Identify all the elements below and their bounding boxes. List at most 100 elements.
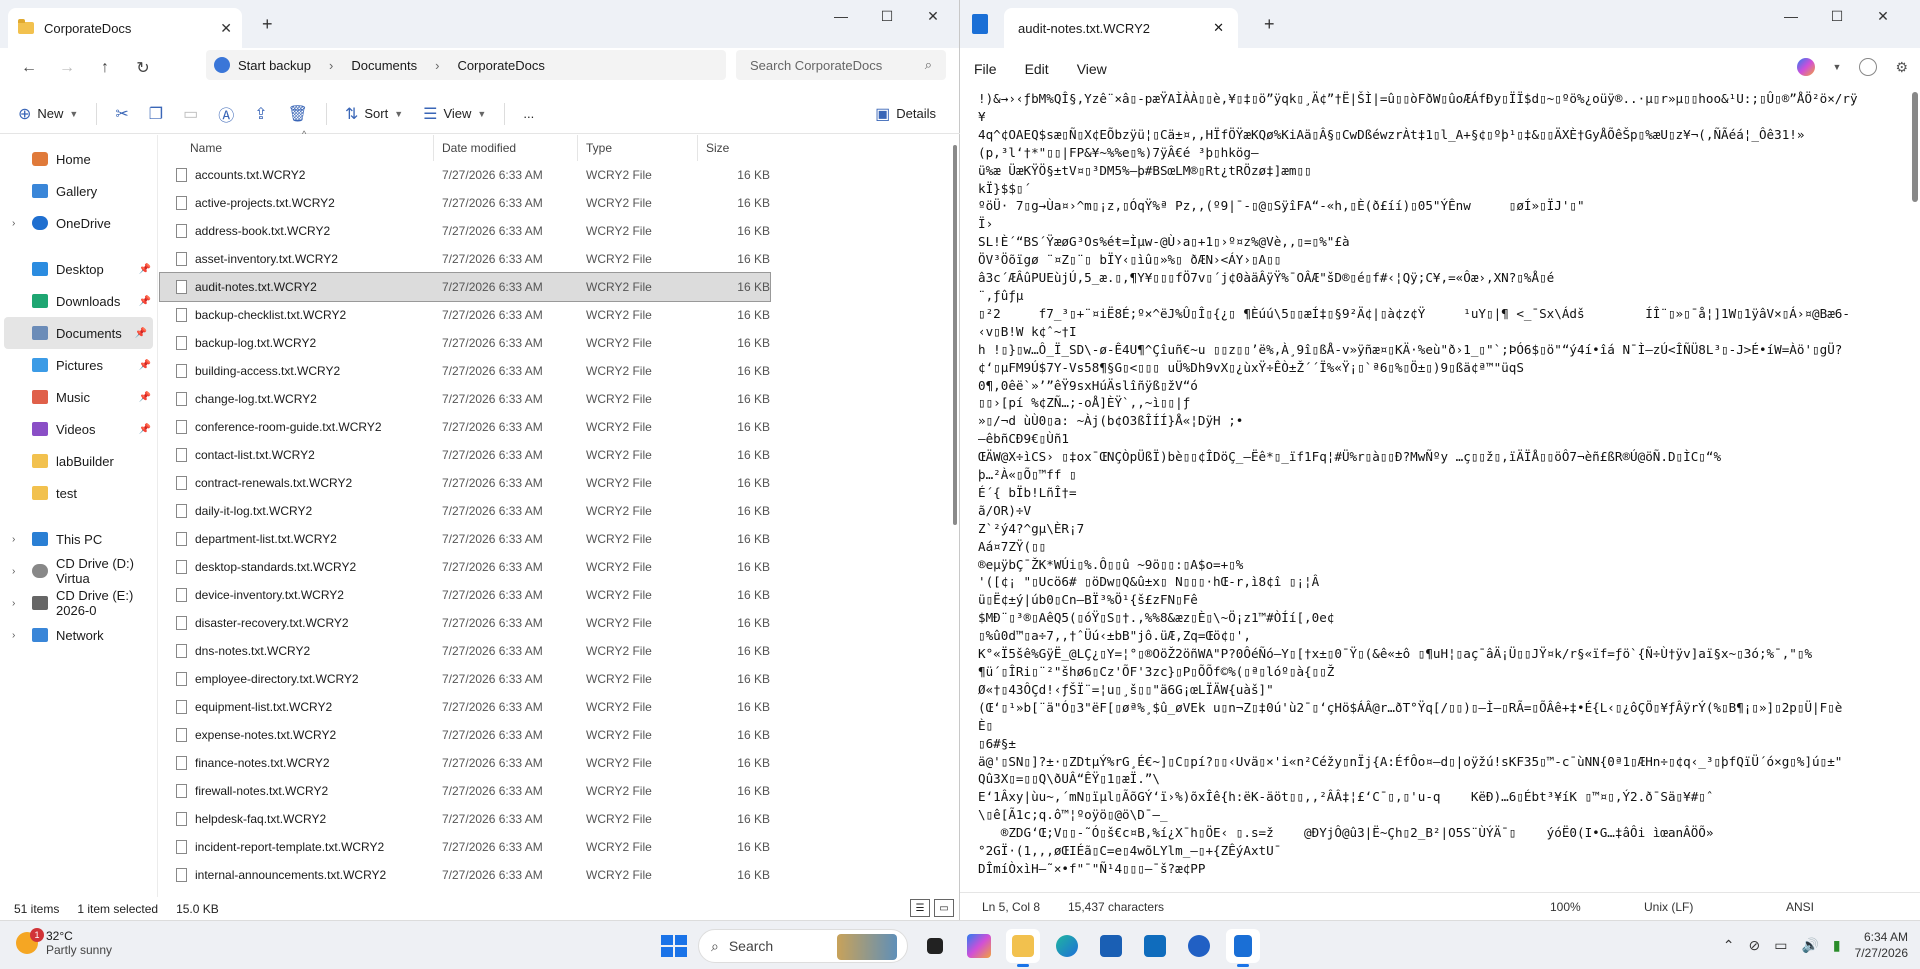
file-row[interactable]: device-inventory.txt.WCRY2 7/27/2026 6:33… bbox=[160, 581, 770, 609]
details-button[interactable]: ▣ Details bbox=[867, 99, 944, 129]
delete-button[interactable]: 🗑 bbox=[280, 99, 316, 129]
nav-item-gallery[interactable]: Gallery bbox=[0, 175, 157, 207]
more-options-button[interactable]: ... bbox=[515, 99, 542, 129]
file-row[interactable]: employee-directory.txt.WCRY2 7/27/2026 6:… bbox=[160, 665, 770, 693]
menu-view[interactable]: View bbox=[1077, 61, 1107, 77]
weather-widget[interactable]: 1 32°C Partly sunny bbox=[16, 928, 112, 957]
start-backup-link[interactable]: Start backup bbox=[238, 58, 311, 73]
file-row[interactable]: finance-notes.txt.WCRY2 7/27/2026 6:33 AM… bbox=[160, 749, 770, 777]
battery-icon[interactable]: ▮ bbox=[1833, 937, 1841, 954]
nav-item-this-pc[interactable]: › This PC bbox=[0, 523, 157, 555]
display-icon[interactable]: ▭ bbox=[1774, 937, 1787, 954]
column-header-type[interactable]: Type bbox=[578, 135, 698, 161]
close-tab-icon[interactable]: ✕ bbox=[220, 20, 232, 37]
encoding[interactable]: ANSI bbox=[1786, 900, 1814, 914]
notepad-tab[interactable]: audit-notes.txt.WCRY2 ✕ bbox=[1004, 8, 1238, 48]
defender-taskbar-button[interactable] bbox=[1182, 929, 1216, 963]
rename-button[interactable]: Ⓐ bbox=[210, 99, 242, 129]
nav-item-network[interactable]: › Network bbox=[0, 619, 157, 651]
notepad-taskbar-button[interactable] bbox=[1226, 929, 1260, 967]
nav-item-labbuilder[interactable]: labBuilder bbox=[0, 445, 157, 477]
gear-icon[interactable]: ⚙ bbox=[1895, 59, 1908, 76]
account-icon[interactable] bbox=[1859, 58, 1878, 76]
file-row[interactable]: expense-notes.txt.WCRY2 7/27/2026 6:33 AM… bbox=[160, 721, 770, 749]
line-ending[interactable]: Unix (LF) bbox=[1644, 900, 1693, 914]
cut-button[interactable]: ✂ bbox=[107, 99, 136, 129]
file-row[interactable]: daily-it-log.txt.WCRY2 7/27/2026 6:33 AM W… bbox=[160, 497, 770, 525]
file-row[interactable]: accounts.txt.WCRY2 7/27/2026 6:33 AM WCRY2… bbox=[160, 161, 770, 189]
nav-item-test[interactable]: test bbox=[0, 477, 157, 509]
breadcrumb-documents[interactable]: Documents bbox=[351, 58, 417, 73]
outlook-taskbar-button[interactable] bbox=[1138, 929, 1172, 963]
nav-item-cd-drive-e[interactable]: › CD Drive (E:) 2026-0 bbox=[0, 587, 157, 619]
file-row[interactable]: conference-room-guide.txt.WCRY2 7/27/2026… bbox=[160, 413, 770, 441]
new-tab-button[interactable]: + bbox=[1264, 14, 1275, 35]
file-row[interactable]: helpdesk-faq.txt.WCRY2 7/27/2026 6:33 AM W… bbox=[160, 805, 770, 833]
minimize-button[interactable]: — bbox=[818, 0, 864, 32]
file-row[interactable]: backup-checklist.txt.WCRY2 7/27/2026 6:33… bbox=[160, 301, 770, 329]
close-window-button[interactable]: ✕ bbox=[910, 0, 956, 32]
scrollbar-thumb[interactable] bbox=[953, 145, 957, 525]
start-button[interactable] bbox=[656, 930, 688, 962]
maximize-button[interactable]: ☐ bbox=[864, 0, 910, 32]
file-row[interactable]: active-projects.txt.WCRY2 7/27/2026 6:33 … bbox=[160, 189, 770, 217]
file-row[interactable]: contract-renewals.txt.WCRY2 7/27/2026 6:3… bbox=[160, 469, 770, 497]
chevron-right-icon[interactable]: › bbox=[12, 218, 15, 229]
address-bar[interactable]: Start backup › Documents › CorporateDocs bbox=[206, 50, 726, 80]
taskbar-search[interactable]: ⌕ Search bbox=[698, 929, 908, 963]
paste-button[interactable]: ▭ bbox=[175, 99, 206, 129]
file-row[interactable]: building-access.txt.WCRY2 7/27/2026 6:33 … bbox=[160, 357, 770, 385]
file-row[interactable]: desktop-standards.txt.WCRY2 7/27/2026 6:3… bbox=[160, 553, 770, 581]
file-row[interactable]: asset-inventory.txt.WCRY2 7/27/2026 6:33 … bbox=[160, 245, 770, 273]
chevron-down-icon[interactable]: ▼ bbox=[1833, 62, 1842, 72]
notepad-scrollbar-thumb[interactable] bbox=[1912, 92, 1918, 202]
refresh-button[interactable]: ↻ bbox=[126, 53, 160, 83]
search-input[interactable]: Search CorporateDocs ⌕ bbox=[736, 50, 946, 80]
share-button[interactable]: ⇪ bbox=[246, 99, 275, 129]
file-list-scrollbar[interactable] bbox=[950, 135, 960, 895]
task-view-button[interactable] bbox=[918, 929, 952, 963]
minimize-button[interactable]: — bbox=[1768, 0, 1814, 32]
nav-item-videos[interactable]: Videos 📌 bbox=[0, 413, 157, 445]
menu-edit[interactable]: Edit bbox=[1025, 61, 1049, 77]
notepad-text-area[interactable]: !)&→›‹ƒbM%QÎ§,Yzê¨×â▯-pæŸAÌÀÀ▯▯è,¥▯‡▯ö”ÿ… bbox=[978, 90, 1898, 884]
file-explorer-taskbar-button[interactable] bbox=[1006, 929, 1040, 967]
view-button[interactable]: ☰ View ▼ bbox=[415, 99, 494, 129]
column-header-name[interactable]: Name bbox=[160, 135, 434, 161]
file-row[interactable]: equipment-list.txt.WCRY2 7/27/2026 6:33 A… bbox=[160, 693, 770, 721]
file-row[interactable]: dns-notes.txt.WCRY2 7/27/2026 6:33 AM WCRY… bbox=[160, 637, 770, 665]
details-view-icon[interactable]: ☰ bbox=[910, 899, 930, 917]
nav-item-cd-drive-d[interactable]: › CD Drive (D:) Virtua bbox=[0, 555, 157, 587]
new-tab-button[interactable]: + bbox=[262, 14, 273, 35]
copilot-taskbar-button[interactable] bbox=[962, 929, 996, 963]
copy-button[interactable]: ❐ bbox=[141, 99, 171, 129]
sort-button[interactable]: ⇅ Sort ▼ bbox=[337, 99, 411, 129]
file-row[interactable]: backup-log.txt.WCRY2 7/27/2026 6:33 AM WCR… bbox=[160, 329, 770, 357]
close-tab-icon[interactable]: ✕ bbox=[1213, 20, 1224, 36]
file-row[interactable]: firewall-notes.txt.WCRY2 7/27/2026 6:33 A… bbox=[160, 777, 770, 805]
tiles-view-icon[interactable]: ▭ bbox=[934, 899, 954, 917]
file-row[interactable]: contact-list.txt.WCRY2 7/27/2026 6:33 AM W… bbox=[160, 441, 770, 469]
nav-item-music[interactable]: Music 📌 bbox=[0, 381, 157, 413]
store-taskbar-button[interactable] bbox=[1094, 929, 1128, 963]
file-row[interactable]: incident-report-template.txt.WCRY2 7/27/2… bbox=[160, 833, 770, 861]
file-row[interactable]: department-list.txt.WCRY2 7/27/2026 6:33 … bbox=[160, 525, 770, 553]
menu-file[interactable]: File bbox=[974, 61, 997, 77]
network-off-icon[interactable]: ⊘ bbox=[1748, 937, 1760, 954]
chevron-right-icon[interactable]: › bbox=[12, 630, 15, 641]
new-button[interactable]: ⊕ New ▼ bbox=[10, 99, 86, 129]
clock[interactable]: 6:34 AM 7/27/2026 bbox=[1855, 929, 1908, 961]
chevron-right-icon[interactable]: › bbox=[12, 566, 15, 577]
file-row[interactable]: address-book.txt.WCRY2 7/27/2026 6:33 AM W… bbox=[160, 217, 770, 245]
file-row[interactable]: disaster-recovery.txt.WCRY2 7/27/2026 6:3… bbox=[160, 609, 770, 637]
nav-item-documents[interactable]: Documents 📌 bbox=[4, 317, 153, 349]
maximize-button[interactable]: ☐ bbox=[1814, 0, 1860, 32]
volume-icon[interactable]: 🔊 bbox=[1801, 937, 1818, 954]
nav-item-onedrive[interactable]: › OneDrive bbox=[0, 207, 157, 239]
chevron-up-icon[interactable]: ⌃ bbox=[1723, 937, 1735, 954]
close-window-button[interactable]: ✕ bbox=[1860, 0, 1906, 32]
file-row[interactable]: change-log.txt.WCRY2 7/27/2026 6:33 AM WCR… bbox=[160, 385, 770, 413]
column-header-size[interactable]: Size bbox=[698, 135, 778, 161]
back-button[interactable]: ← bbox=[12, 53, 46, 83]
nav-item-pictures[interactable]: Pictures 📌 bbox=[0, 349, 157, 381]
